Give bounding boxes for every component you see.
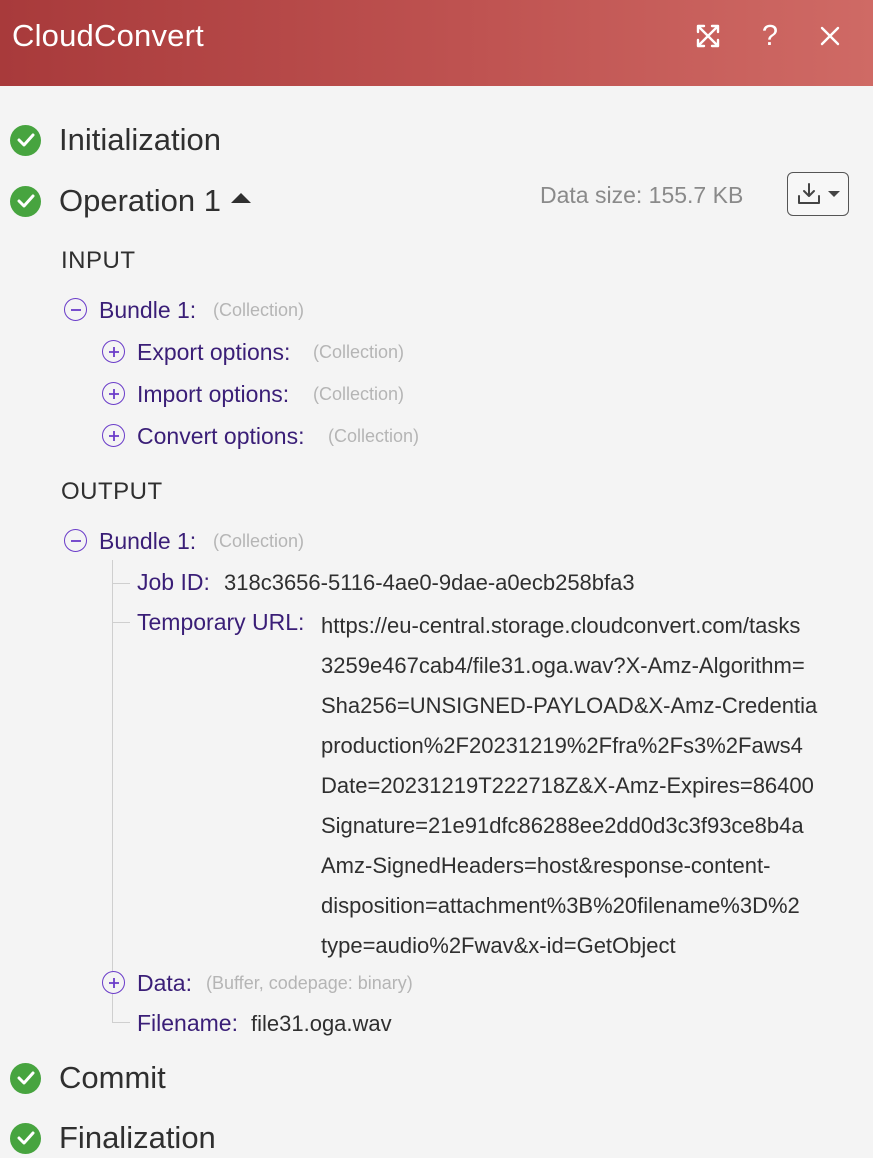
url-line: Signature=21e91dfc86288ee2dd0d3c3f93ce8b… (321, 813, 804, 838)
data-type: (Buffer, codepage: binary) (206, 973, 413, 993)
step-label: Initialization (59, 122, 221, 157)
temporary-url-value: https://eu-central.storage.cloudconvert.… (321, 606, 853, 966)
temporary-url-label: Temporary URL: (137, 609, 305, 635)
convert-options-label: Convert options: (137, 423, 305, 449)
step-operation-1[interactable]: Operation 1 (10, 181, 251, 221)
url-line: production%2F20231219%2Ffra%2Fs3%2Faws4 (321, 733, 803, 758)
expand-toggle[interactable] (102, 382, 125, 405)
filename-value: file31.oga.wav (251, 1011, 392, 1036)
success-check-icon (10, 124, 41, 156)
expand-toggle[interactable] (102, 971, 125, 994)
step-commit[interactable]: Commit (10, 1058, 166, 1098)
chevron-down-icon (828, 191, 840, 197)
collapse-caret-icon[interactable] (231, 193, 251, 203)
url-line: Sha256=UNSIGNED-PAYLOAD&X-Amz-Credentia (321, 693, 818, 718)
download-icon (798, 183, 820, 204)
job-id-value: 318c3656-5116-4ae0-9dae-a0ecb258bfa3 (224, 570, 635, 595)
close-button[interactable] (810, 18, 850, 54)
data-size-label: Data size: 155.7 KB (540, 182, 744, 208)
filename-label: Filename: (137, 1010, 238, 1036)
minus-icon (70, 308, 81, 311)
input-bundle-label: Bundle 1: (99, 297, 197, 323)
success-check-icon (10, 1122, 41, 1154)
export-options-label: Export options: (137, 339, 291, 365)
tree-line (112, 1022, 130, 1023)
tree-line (112, 560, 113, 1023)
job-id-label: Job ID: (137, 569, 210, 595)
panel-header: CloudConvert ? (0, 0, 873, 86)
step-label: Finalization (59, 1120, 216, 1155)
tree-line (112, 622, 130, 623)
expand-toggle[interactable] (102, 340, 125, 363)
plus-icon (108, 430, 119, 441)
plus-icon (108, 388, 119, 399)
url-line: https://eu-central.storage.cloudconvert.… (321, 613, 801, 638)
minus-icon (70, 539, 81, 542)
expand-toggle[interactable] (102, 424, 125, 447)
url-line: type=audio%2Fwav&x-id=GetObject (321, 933, 676, 958)
url-line: 3259e467cab4/file31.oga.wav?X-Amz-Algori… (321, 653, 805, 678)
expand-button[interactable] (688, 18, 728, 54)
convert-options-type: (Collection) (328, 426, 420, 446)
output-section-label: OUTPUT (61, 478, 163, 505)
input-bundle-type: (Collection) (213, 300, 305, 320)
success-check-icon (10, 185, 41, 217)
collapse-toggle[interactable] (64, 529, 87, 552)
import-options-label: Import options: (137, 381, 290, 407)
download-button[interactable] (787, 172, 849, 216)
step-finalization[interactable]: Finalization (10, 1118, 216, 1158)
url-line: disposition=attachment%3B%20filename%3D%… (321, 893, 800, 918)
help-button[interactable]: ? (750, 18, 790, 54)
input-section-label: INPUT (61, 247, 136, 274)
close-icon (820, 26, 840, 46)
import-options-type: (Collection) (313, 384, 405, 404)
success-check-icon (10, 1062, 41, 1094)
help-icon: ? (761, 19, 779, 52)
tree-line (112, 583, 130, 584)
expand-icon (696, 24, 720, 48)
url-line: Amz-SignedHeaders=host&response-content- (321, 853, 771, 878)
output-bundle-label: Bundle 1: (99, 528, 197, 554)
plus-icon (108, 346, 119, 357)
step-label: Commit (59, 1060, 166, 1095)
panel-title: CloudConvert (12, 18, 204, 53)
data-label: Data: (137, 970, 192, 996)
output-bundle-type: (Collection) (213, 531, 305, 551)
export-options-type: (Collection) (313, 342, 405, 362)
collapse-toggle[interactable] (64, 298, 87, 321)
step-label: Operation 1 (59, 183, 221, 218)
url-line: Date=20231219T222718Z&X-Amz-Expires=8640… (321, 773, 814, 798)
plus-icon (108, 977, 119, 988)
step-initialization[interactable]: Initialization (10, 120, 221, 160)
